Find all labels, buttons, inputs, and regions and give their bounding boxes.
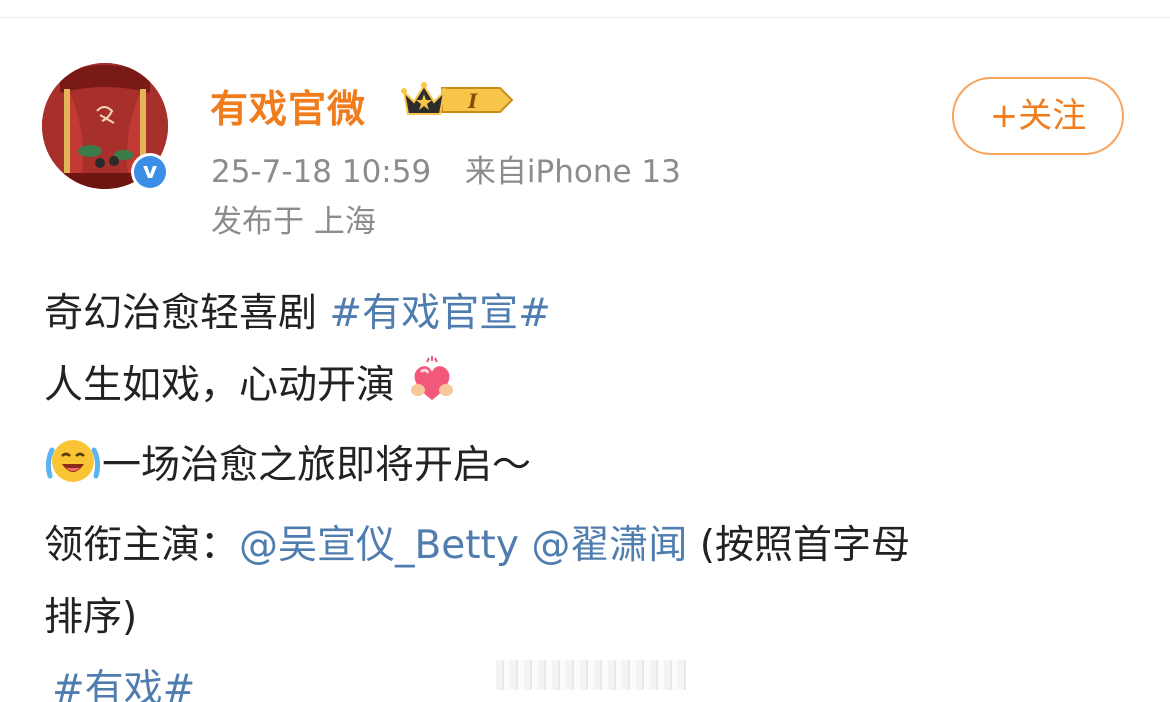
post-text-segment: 一场治愈之旅即将开启～: [102, 443, 532, 488]
heart-hug-emoji: [407, 356, 457, 430]
post-line-3: 一场治愈之旅即将开启～: [44, 430, 1134, 510]
crown-icon: I: [401, 82, 514, 115]
post-text-segment: 人生如戏，心动开演: [44, 363, 396, 408]
weibo-post-card: v 有戏官微 I 25-7-18 10:59 来自iPhone 13 发布于 上…: [0, 0, 1170, 702]
mention-link[interactable]: @翟潇闻: [531, 523, 687, 568]
post-line-2: 人生如戏，心动开演: [44, 350, 1134, 430]
post-meta: 25-7-18 10:59 来自iPhone 13: [211, 146, 681, 191]
post-text-segment: 领衔主演：: [44, 523, 240, 568]
post-body: 奇幻治愈轻喜剧 #有戏官宣# 人生如戏，心动开演 一场治愈之旅即将开启～ 领衔主…: [44, 278, 1134, 702]
post-line-1: 奇幻治愈轻喜剧 #有戏官宣#: [44, 278, 1134, 350]
top-divider: [0, 17, 1170, 18]
mention-link[interactable]: @吴宣仪_Betty: [239, 523, 519, 568]
topic-link[interactable]: #有戏#: [52, 667, 195, 702]
post-line-5: 排序): [44, 595, 138, 640]
post-line-4: 领衔主演：@吴宣仪_Betty @翟潇闻 (按照首字母: [44, 510, 1134, 582]
vip-level-badge[interactable]: I: [400, 80, 514, 124]
watermark-strip: [496, 660, 686, 690]
post-text-segment: 奇幻治愈轻喜剧: [44, 291, 330, 336]
vip-level-label: I: [467, 89, 478, 113]
username[interactable]: 有戏官微: [210, 78, 366, 133]
topic-link[interactable]: #有戏官宣#: [329, 291, 550, 336]
post-text-segment: (按照首字母: [687, 523, 910, 568]
follow-button[interactable]: +关注: [952, 77, 1124, 155]
post-source: 来自iPhone 13: [464, 154, 681, 190]
post-timestamp: 25-7-18 10:59: [211, 154, 432, 190]
post-location: 发布于 上海: [211, 204, 376, 240]
verified-badge-icon: v: [131, 153, 169, 191]
happy-cry-emoji: [44, 436, 102, 510]
